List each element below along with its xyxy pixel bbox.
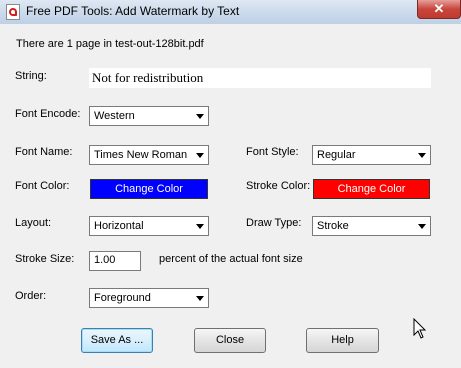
draw-type-select[interactable]: Stroke <box>312 216 431 236</box>
string-input[interactable]: Not for redistribution <box>89 68 431 88</box>
font-encode-value: Western <box>94 110 135 122</box>
order-value: Foreground <box>94 292 151 304</box>
stroke-size-label: Stroke Size: <box>15 253 75 265</box>
font-style-label: Font Style: <box>246 146 299 158</box>
draw-type-label: Draw Type: <box>246 217 302 229</box>
order-label: Order: <box>15 290 47 302</box>
page-count-text: There are 1 page in test-out-128bit.pdf <box>16 38 204 50</box>
layout-value: Horizontal <box>94 220 144 232</box>
stroke-size-suffix: percent of the actual font size <box>159 253 303 265</box>
chevron-down-icon <box>196 296 204 301</box>
chevron-down-icon <box>418 224 426 229</box>
font-name-select[interactable]: Times New Roman <box>89 145 209 165</box>
stroke-color-label: Stroke Color: <box>246 180 311 192</box>
string-label: String: <box>15 70 47 82</box>
font-encode-select[interactable]: Western <box>89 106 209 126</box>
chevron-down-icon <box>196 224 204 229</box>
pdf-app-icon <box>6 4 20 20</box>
font-style-select[interactable]: Regular <box>312 145 431 165</box>
draw-type-value: Stroke <box>317 220 349 232</box>
font-encode-label: Font Encode: <box>15 108 81 120</box>
font-color-label: Font Color: <box>15 180 70 192</box>
font-style-value: Regular <box>317 149 356 161</box>
mouse-pointer-icon <box>413 318 427 339</box>
chevron-down-icon <box>418 153 426 158</box>
pdf-logo-mark <box>9 8 17 16</box>
title-bar: Free PDF Tools: Add Watermark by Text ✕ <box>0 0 461 24</box>
dialog-window: Free PDF Tools: Add Watermark by Text ✕ … <box>0 0 461 368</box>
close-button[interactable]: Close <box>194 328 266 353</box>
order-select[interactable]: Foreground <box>89 288 209 308</box>
save-as-button[interactable]: Save As ... <box>81 328 153 353</box>
font-color-button[interactable]: Change Color <box>90 179 208 199</box>
font-name-value: Times New Roman <box>94 149 188 161</box>
chevron-down-icon <box>196 153 204 158</box>
font-name-label: Font Name: <box>15 146 73 158</box>
layout-label: Layout: <box>15 217 52 229</box>
layout-select[interactable]: Horizontal <box>89 216 209 236</box>
help-button[interactable]: Help <box>306 328 379 353</box>
stroke-color-button[interactable]: Change Color <box>313 179 430 199</box>
window-close-button[interactable]: ✕ <box>417 0 461 19</box>
chevron-down-icon <box>196 114 204 119</box>
window-title: Free PDF Tools: Add Watermark by Text <box>26 4 240 18</box>
stroke-size-input[interactable]: 1.00 <box>89 251 141 271</box>
